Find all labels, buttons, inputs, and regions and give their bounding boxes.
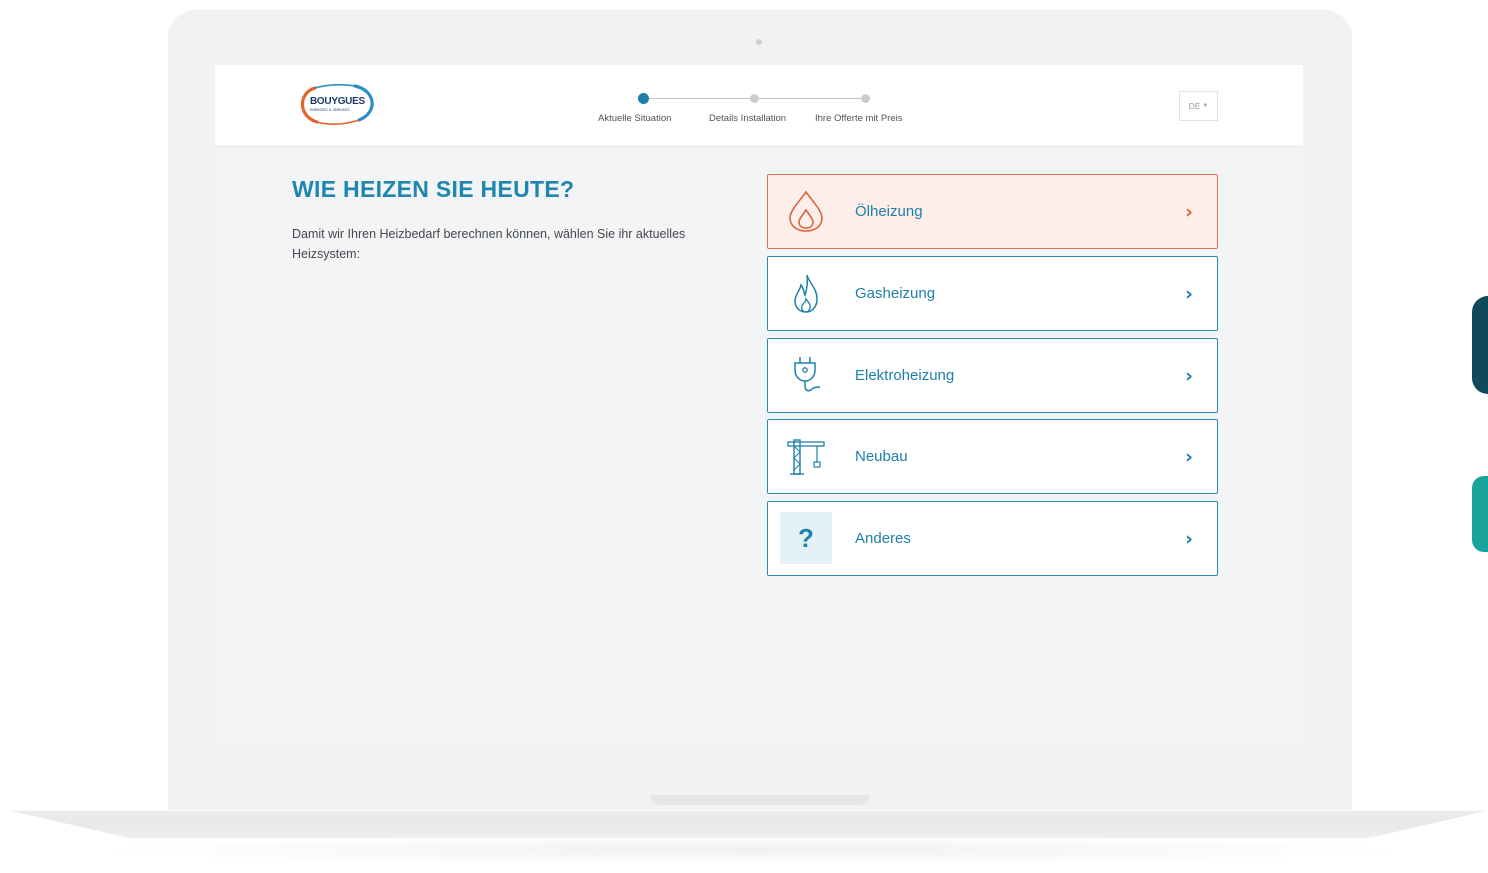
step-label-3: Ihre Offerte mit Preis xyxy=(815,113,903,124)
step-label-1: Aktuelle Situation xyxy=(598,113,672,124)
page-description: Damit wir Ihren Heizbedarf berechnen kön… xyxy=(292,227,686,261)
step-dot-1 xyxy=(638,93,649,104)
chevron-right-icon: › xyxy=(1185,200,1193,223)
crane-icon xyxy=(780,430,832,482)
caret-down-icon: ▼ xyxy=(1202,103,1209,109)
option-label: Elektroheizung xyxy=(855,367,955,384)
laptop-notch xyxy=(650,795,870,805)
page-title: WIE HEIZEN SIE HEUTE? xyxy=(292,176,575,202)
step-label-2: Details Installation xyxy=(709,113,787,124)
language-select[interactable]: DE ▼ xyxy=(1179,91,1218,121)
side-tab-teal[interactable] xyxy=(1472,476,1488,552)
option-other[interactable]: ? Anderes › xyxy=(767,501,1218,576)
flame-icon xyxy=(780,267,832,319)
option-gas[interactable]: Gasheizung › xyxy=(767,256,1218,331)
option-label: Neubau xyxy=(855,448,908,465)
logo-text: BOUYGUES xyxy=(310,96,365,107)
option-label: Anderes xyxy=(855,530,911,547)
site-header: BOUYGUES ENERGIES & SERVICES Aktuelle Si… xyxy=(215,65,1303,147)
option-oil[interactable]: Ölheizung › xyxy=(767,174,1218,249)
progress-stepper: Aktuelle Situation Details Installation … xyxy=(595,91,935,131)
chevron-right-icon: › xyxy=(1185,364,1193,387)
option-label: Ölheizung xyxy=(855,203,923,220)
side-tab-dark[interactable] xyxy=(1472,296,1488,394)
oil-drop-icon xyxy=(780,185,832,237)
step-dot-3 xyxy=(861,94,870,103)
language-value: DE xyxy=(1188,101,1201,111)
option-new-building[interactable]: Neubau › xyxy=(767,419,1218,494)
laptop-shadow xyxy=(80,835,1420,865)
option-label: Gasheizung xyxy=(855,285,936,302)
step-connector xyxy=(755,98,866,99)
logo-subtext: ENERGIES & SERVICES xyxy=(310,108,350,112)
chevron-right-icon: › xyxy=(1185,445,1193,468)
step-connector xyxy=(643,98,754,99)
chevron-right-icon: › xyxy=(1185,527,1193,550)
plug-icon xyxy=(780,349,832,401)
option-electric[interactable]: Elektroheizung › xyxy=(767,338,1218,413)
question-icon: ? xyxy=(780,512,832,564)
chevron-right-icon: › xyxy=(1185,282,1193,305)
step-dot-2 xyxy=(750,94,759,103)
camera-dot xyxy=(756,39,762,45)
screen: BOUYGUES ENERGIES & SERVICES Aktuelle Si… xyxy=(215,65,1303,745)
